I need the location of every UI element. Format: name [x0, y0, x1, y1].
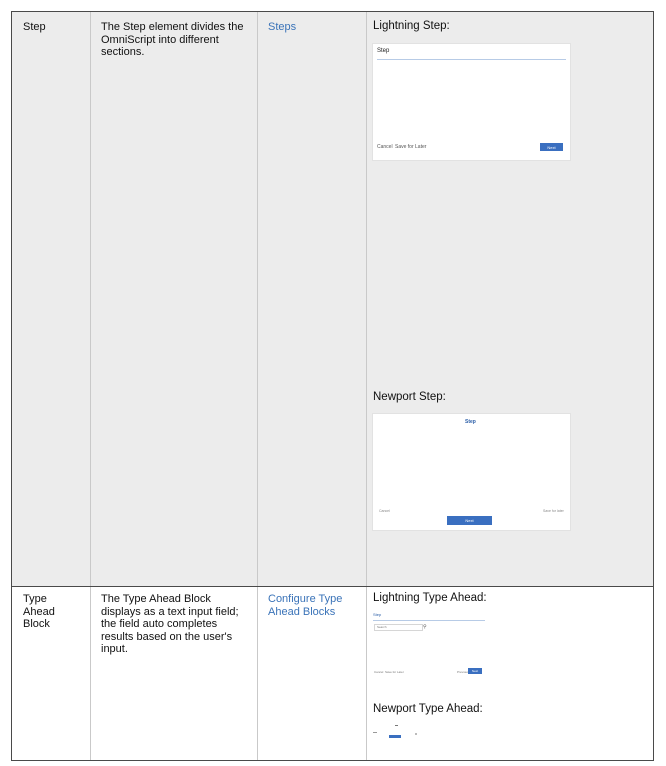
mock-step-title: Step [377, 48, 390, 54]
lightning-type-ahead-caption: Lightning Type Ahead: [373, 592, 487, 604]
mock-cancel-link: Cancel [374, 670, 384, 674]
lightning-step-caption: Lightning Step: [373, 20, 450, 32]
mock-step-title: Step [373, 612, 382, 617]
mock-step-title: Step [465, 419, 476, 425]
column-divider [257, 12, 258, 586]
column-divider [366, 587, 367, 760]
column-divider [366, 12, 367, 586]
lightning-step-screenshot: Step Cancel Save for Later Next [373, 44, 570, 160]
mock-title-rule [377, 59, 566, 60]
mock-save-later-link: Save for later [543, 509, 564, 513]
elements-table: Step The Step element divides the OmniSc… [11, 11, 654, 761]
mock-cancel-link: Cancel [377, 144, 393, 150]
element-description: The Type Ahead Block displays as a text … [101, 593, 239, 655]
mock-dot [415, 733, 417, 735]
table-row-type-ahead: Type Ahead Block The Type Ahead Block di… [12, 587, 653, 760]
mock-type-ahead-input: Search [374, 624, 423, 631]
column-divider [257, 587, 258, 760]
mock-next-button [389, 735, 401, 738]
mock-previous-button: Previous [457, 670, 469, 674]
newport-type-ahead-screenshot [373, 721, 443, 751]
mock-save-later-link: Save for Later [395, 144, 427, 150]
mock-cancel-link: Cancel [379, 509, 390, 513]
mock-label-mark [395, 725, 398, 726]
column-divider [90, 12, 91, 586]
mock-field-mark [373, 732, 377, 733]
lightning-type-ahead-screenshot: Step Search ⚲ Cancel Save for Later Prev… [373, 611, 493, 691]
newport-step-screenshot: Step Cancel Save for later Next [373, 414, 570, 530]
mock-next-button: Next [447, 516, 492, 525]
search-icon: ⚲ [423, 624, 427, 630]
mock-next-button: Next [468, 668, 482, 674]
mock-next-button: Next [540, 143, 563, 151]
element-name: Type Ahead Block [23, 593, 55, 630]
doc-link-steps[interactable]: Steps [268, 21, 358, 34]
mock-input-placeholder: Search [377, 625, 387, 629]
doc-link-type-ahead[interactable]: Configure Type Ahead Blocks [268, 593, 358, 618]
element-description: The Step element divides the OmniScript … [101, 21, 244, 58]
table-row-step: Step The Step element divides the OmniSc… [12, 12, 653, 587]
mock-save-later-link: Save for Later [385, 670, 404, 674]
element-name: Step [23, 21, 46, 33]
newport-type-ahead-caption: Newport Type Ahead: [373, 703, 483, 715]
column-divider [90, 587, 91, 760]
newport-step-caption: Newport Step: [373, 391, 446, 403]
mock-title-rule [373, 620, 485, 621]
